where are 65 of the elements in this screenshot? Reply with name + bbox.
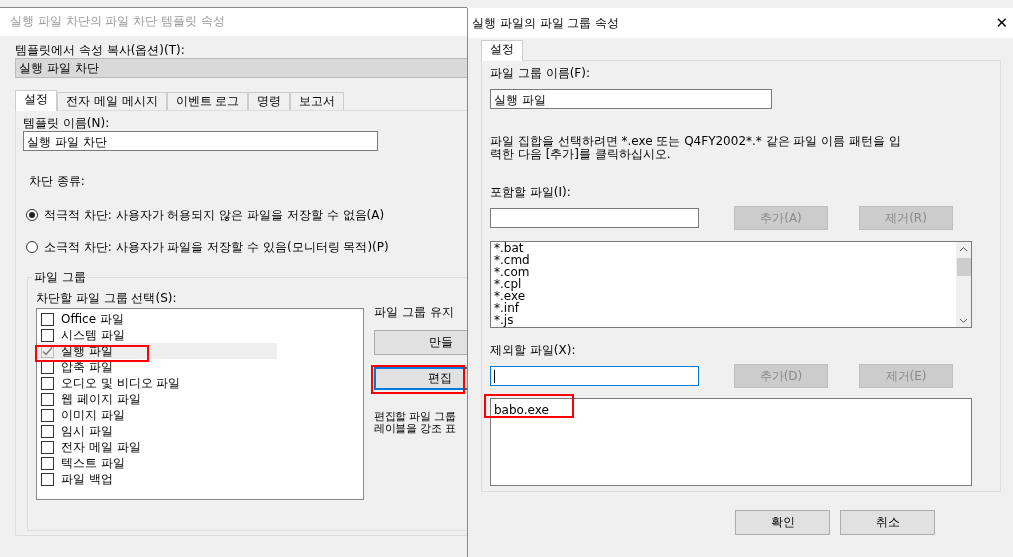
dialog-button[interactable]: 만들 [374, 330, 467, 355]
list-item[interactable]: babo.exe [494, 399, 971, 418]
field-label: 파일 그룹 유지 [374, 304, 455, 320]
checkbox[interactable] [41, 408, 54, 422]
close-icon[interactable]: ✕ [995, 14, 1008, 32]
checkbox[interactable] [41, 392, 54, 406]
template-dropdown[interactable]: 실행 파일 차단 [15, 58, 467, 78]
list-item[interactable]: 압축 파일 [37, 359, 277, 375]
checkbox[interactable] [41, 424, 54, 438]
scrollbar[interactable] [956, 242, 971, 327]
list-item[interactable]: *.bat [494, 242, 956, 254]
radio-button[interactable] [26, 241, 38, 253]
input-field[interactable]: 실행 파일 [490, 89, 772, 109]
list-item[interactable]: 시스템 파일 [37, 327, 277, 343]
list-item[interactable]: *.inf [494, 302, 956, 314]
checkbox[interactable] [41, 440, 54, 454]
field-label: 포함할 파일(I): [490, 184, 572, 200]
tab[interactable]: 이벤트 로그 [166, 92, 249, 110]
tab[interactable]: 명령 [248, 92, 291, 110]
hint-text: 편집할 파일 그룹 레이블을 강조 표 [374, 411, 457, 435]
list-item[interactable]: 오디오 및 비디오 파일 [37, 375, 277, 391]
list-item[interactable]: 전자 메일 파일 [37, 439, 277, 455]
field-label: 차단 종류: [28, 173, 86, 189]
list-item[interactable]: Office 파일 [37, 311, 277, 327]
list-item[interactable]: 이미지 파일 [37, 407, 277, 423]
checkbox[interactable] [41, 376, 54, 390]
group-title: 파일 그룹 [32, 269, 88, 286]
checkbox[interactable] [41, 344, 54, 358]
dialog-button[interactable]: 취소 [840, 510, 935, 535]
field-label: 템플릿에서 속성 복사(옵션)(T): [15, 42, 186, 58]
scroll-thumb[interactable] [956, 258, 971, 276]
list-item[interactable]: *.cpl [494, 278, 956, 290]
tab[interactable]: 전자 메일 메시지 [57, 92, 167, 110]
input-field[interactable] [490, 366, 699, 386]
description-text: 파일 집합을 선택하려면 *.exe 또는 Q4FY2002*.* 같은 파일 이름 패턴을 입 력한 다음 [추가]를 클릭하십시오. [490, 135, 902, 161]
field-label: 템플릿 이름(N): [23, 115, 111, 131]
field-label: 파일 그룹 이름(F): [490, 65, 591, 81]
list-item[interactable]: *.exe [494, 290, 956, 302]
list-item[interactable]: 실행 파일 [37, 343, 277, 359]
scroll-down-icon[interactable] [959, 318, 968, 324]
tab[interactable]: 보고서 [290, 92, 345, 110]
checkbox[interactable] [41, 328, 54, 342]
field-label: 제외할 파일(X): [490, 342, 577, 358]
dialog-button[interactable]: 확인 [735, 510, 830, 535]
scroll-up-icon[interactable] [959, 246, 968, 252]
tab[interactable]: 설정 [15, 90, 57, 111]
input-field[interactable] [490, 208, 699, 228]
list-item[interactable]: 웹 페이지 파일 [37, 391, 277, 407]
field-label: 차단할 파일 그룹 선택(S): [36, 290, 178, 306]
radio-label: 소극적 차단: 사용자가 파일을 저장할 수 있음(모니터링 목적)(P) [44, 238, 389, 256]
radio-button[interactable] [26, 209, 38, 221]
list-item[interactable]: 텍스트 파일 [37, 455, 277, 471]
list-item[interactable]: 파일 백업 [37, 471, 277, 487]
checkbox[interactable] [41, 456, 54, 470]
window-title: 실행 파일의 파일 그룹 속성 [472, 14, 620, 32]
tab[interactable]: 설정 [481, 40, 523, 61]
input-field[interactable]: 실행 파일 차단 [23, 131, 378, 151]
list-item[interactable]: *.com [494, 266, 956, 278]
window-title: 실행 파일 차단의 파일 차단 템플릿 속성 [0, 8, 467, 36]
list-item[interactable]: 임시 파일 [37, 423, 277, 439]
checkbox[interactable] [41, 312, 54, 326]
list-item[interactable]: *.js [494, 314, 956, 326]
radio-label: 적극적 차단: 사용자가 허용되지 않은 파일을 저장할 수 없음(A) [44, 206, 385, 224]
list-item[interactable]: *.cmd [494, 254, 956, 266]
checkbox[interactable] [41, 472, 54, 486]
